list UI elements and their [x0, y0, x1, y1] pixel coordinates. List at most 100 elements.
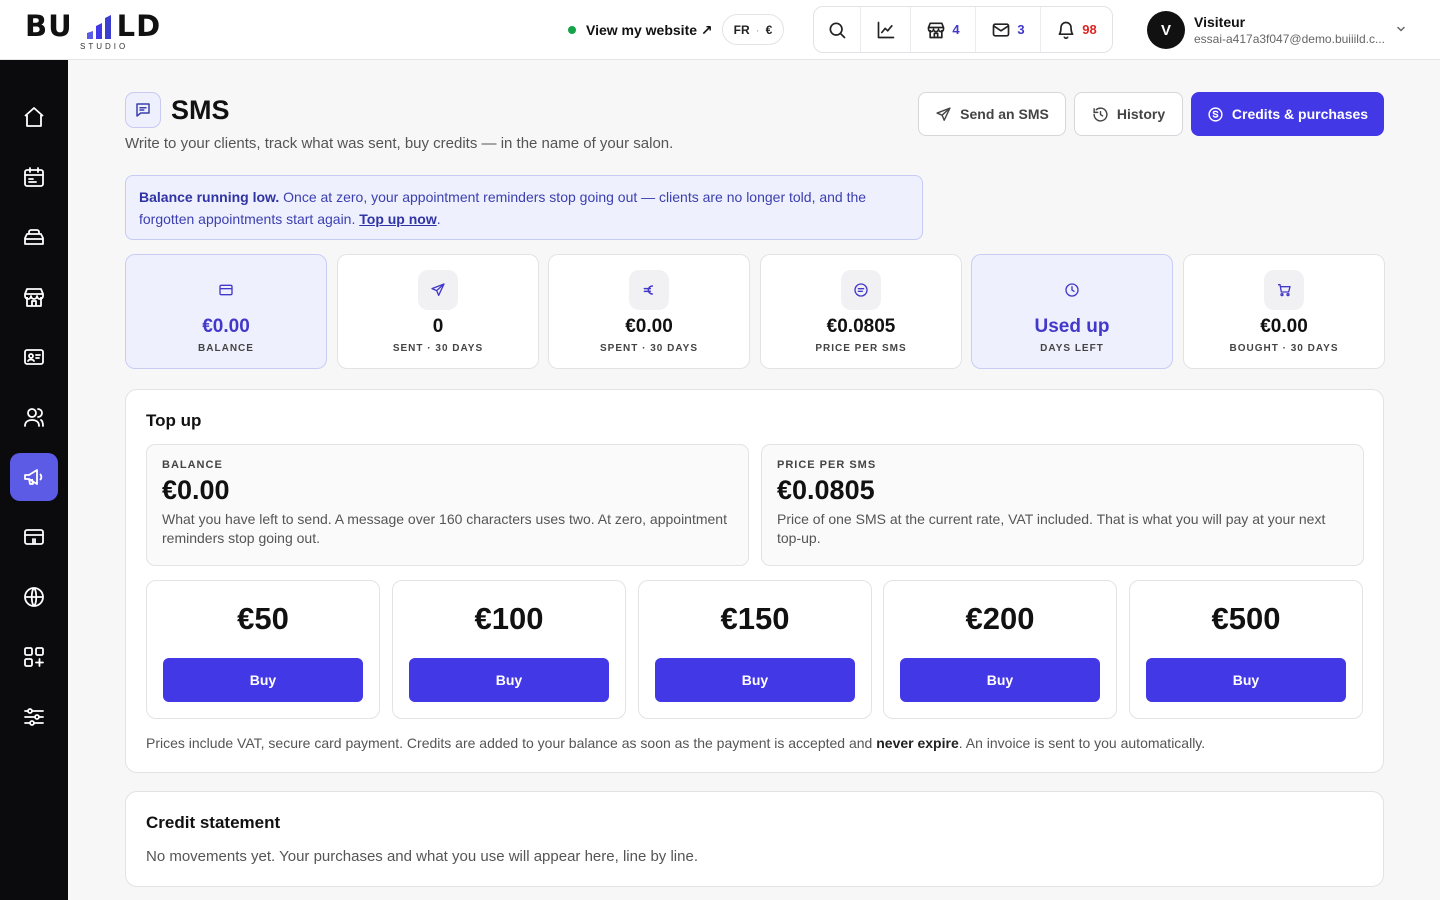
pack-amount: €100: [474, 601, 544, 636]
stat-value: €0.0805: [826, 316, 896, 337]
credits-purchases-label: Credits & purchases: [1231, 106, 1369, 122]
stat-icon-wrap: [418, 270, 458, 310]
send-icon: [431, 283, 445, 296]
note-strong: never expire: [876, 735, 959, 751]
cart-icon: [1278, 284, 1291, 297]
balance-value: €0.00: [162, 475, 230, 505]
send-sms-label: Send an SMS: [960, 106, 1049, 122]
chart-line-icon: [877, 21, 894, 38]
stat-bought: €0.00 BOUGHT · 30 DAYS: [1183, 254, 1385, 369]
empty-state-text: No movements yet. Your purchases and wha…: [146, 848, 698, 865]
id-card-icon: [24, 349, 44, 365]
page-title: SMS: [171, 95, 230, 125]
chevron-down-icon: [1397, 26, 1405, 32]
sidebar-item-apps[interactable]: [10, 633, 58, 681]
pack-amount: €50: [237, 601, 289, 636]
alert-end: .: [436, 211, 441, 227]
sidebar-item-sms[interactable]: [10, 453, 58, 501]
sliders-icon: [24, 708, 44, 726]
low-balance-alert: Balance running low. Once at zero, your …: [125, 175, 923, 240]
sidebar: [0, 60, 68, 900]
sidebar-item-payments[interactable]: [10, 513, 58, 561]
sidebar-item-salon[interactable]: [10, 273, 58, 321]
history-label: History: [1116, 106, 1166, 122]
send-sms-button[interactable]: Send an SMS: [918, 92, 1066, 136]
sms-title-icon: [125, 92, 161, 128]
store-icon: [24, 288, 44, 307]
language-currency-switch[interactable]: FR · €: [722, 14, 784, 45]
stat-days-left: Used up DAYS LEFT: [971, 254, 1173, 369]
search-icon: [829, 22, 846, 38]
card-icon: [24, 529, 44, 545]
price-info-box: PRICE PER SMS €0.0805 Price of one SMS a…: [761, 444, 1364, 566]
clock-icon: [1065, 283, 1079, 297]
sidebar-item-calendar[interactable]: [10, 153, 58, 201]
stat-icon-wrap: [1052, 270, 1092, 310]
messages-count: 3: [1017, 22, 1025, 37]
price-label: PRICE PER SMS: [777, 459, 877, 471]
language-label: FR: [733, 22, 750, 37]
separator: ·: [755, 22, 760, 37]
top-up-card: Top up BALANCE €0.00 What you have left …: [125, 389, 1384, 773]
buy-button[interactable]: Buy: [655, 658, 855, 702]
balance-description: What you have left to send. A message ov…: [162, 511, 727, 546]
page-subtitle: Write to your clients, track what was se…: [125, 135, 674, 152]
buy-button[interactable]: Buy: [409, 658, 609, 702]
pack-amount: €150: [720, 601, 790, 636]
card-icon: [219, 284, 233, 296]
buy-button[interactable]: Buy: [900, 658, 1100, 702]
mail-icon: [993, 22, 1010, 37]
credits-purchases-button[interactable]: Credits & purchases: [1191, 92, 1384, 136]
view-website-link[interactable]: View my website ↗: [568, 20, 713, 40]
stat-label: BOUGHT · 30 DAYS: [1229, 343, 1339, 354]
users-icon: [24, 408, 44, 427]
credit-statement-title: Credit statement: [146, 813, 281, 832]
online-status-dot: [568, 26, 576, 34]
calendar-icon: [24, 167, 44, 187]
user-menu[interactable]: V Visiteur essai-a417a3f047@demo.buiiild…: [1147, 11, 1417, 49]
coin-icon: [1208, 106, 1223, 122]
sidebar-item-home[interactable]: [10, 93, 58, 141]
stat-value: 0: [432, 316, 444, 337]
buy-button[interactable]: Buy: [1146, 658, 1346, 702]
messages-button[interactable]: 3: [976, 7, 1041, 52]
stat-label: SENT · 30 DAYS: [392, 343, 484, 354]
pack-50: €50 Buy: [146, 580, 380, 719]
top-up-now-link[interactable]: Top up now: [359, 211, 437, 227]
stat-spent: €0.00 SPENT · 30 DAYS: [548, 254, 750, 369]
top-bar: BU LD STUDIO View my website ↗ FR · € 4 3…: [0, 0, 1440, 60]
sidebar-item-website[interactable]: [10, 573, 58, 621]
stat-value: €0.00: [625, 316, 673, 337]
payment-note: Prices include VAT, secure card payment.…: [146, 735, 1205, 751]
sidebar-item-team[interactable]: [10, 393, 58, 441]
stat-icon-wrap: [1264, 270, 1304, 310]
bookings-count: 4: [952, 22, 960, 37]
history-button[interactable]: History: [1074, 92, 1183, 136]
message-circle-icon: [854, 283, 868, 297]
buy-button[interactable]: Buy: [163, 658, 363, 702]
stat-label: BALANCE: [198, 343, 254, 354]
logo[interactable]: BU LD STUDIO: [25, 9, 185, 53]
sidebar-item-services[interactable]: [10, 213, 58, 261]
sidebar-item-contacts[interactable]: [10, 333, 58, 381]
stat-icon-wrap: [841, 270, 881, 310]
stat-icon-wrap: [206, 270, 246, 310]
bookings-button[interactable]: 4: [911, 7, 976, 52]
bell-icon: [1058, 21, 1074, 39]
pack-150: €150 Buy: [638, 580, 872, 719]
user-email: essai-a417a3f047@demo.buiiild.c...: [1194, 32, 1385, 46]
stat-price: €0.0805 PRICE PER SMS: [760, 254, 962, 369]
sidebar-item-settings[interactable]: [10, 693, 58, 741]
top-up-title: Top up: [146, 411, 202, 430]
pack-amount: €500: [1211, 601, 1281, 636]
search-button[interactable]: [814, 7, 861, 52]
stat-label: PRICE PER SMS: [815, 343, 907, 354]
stats-button[interactable]: [861, 7, 911, 52]
avatar: V: [1147, 11, 1185, 49]
stat-value: €0.00: [1260, 316, 1308, 337]
euro-icon: [643, 285, 654, 295]
store-icon: [928, 22, 945, 38]
stat-value: €0.00: [202, 316, 250, 337]
user-name: Visiteur: [1194, 14, 1246, 30]
notifications-button[interactable]: 98: [1041, 7, 1112, 52]
